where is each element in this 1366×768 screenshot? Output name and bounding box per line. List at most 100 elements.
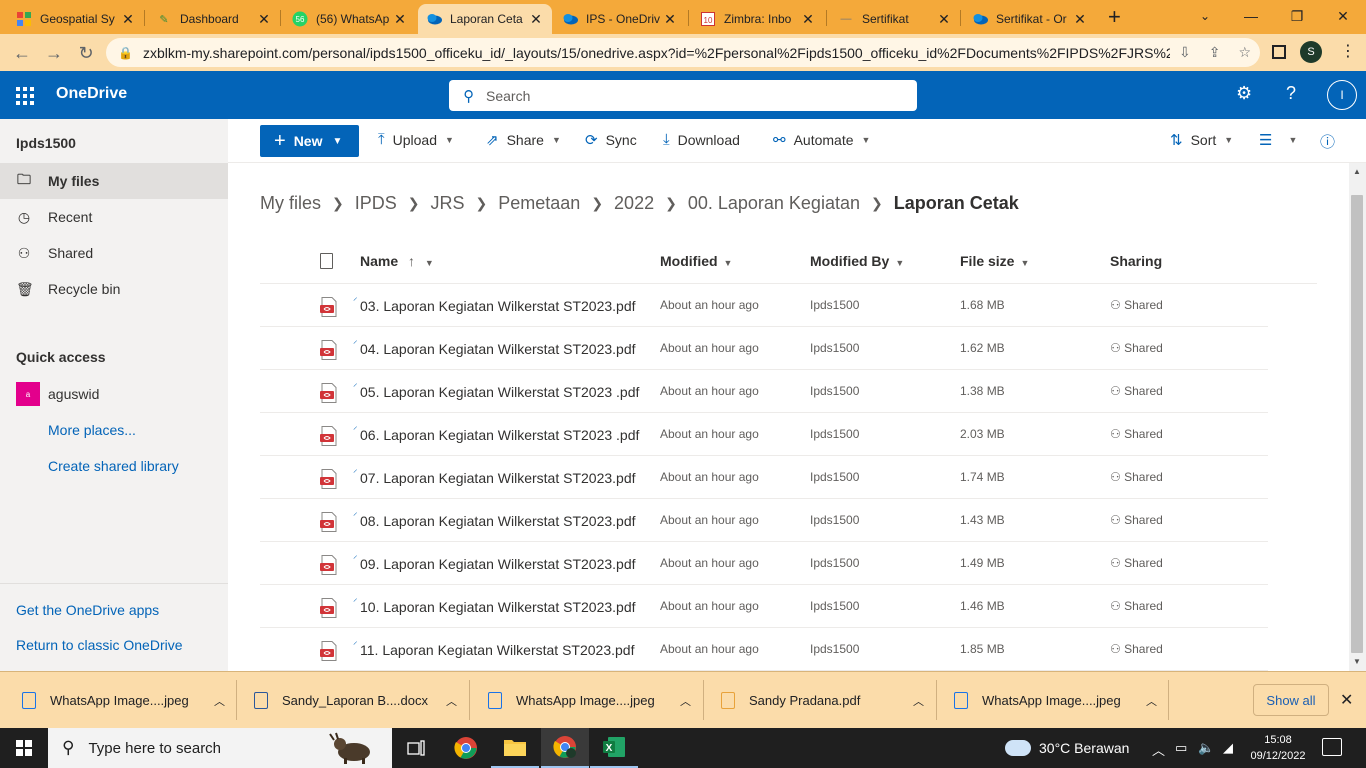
file-name-link[interactable]: 07. Laporan Kegiatan Wilkerstat ST2023.p…: [360, 470, 636, 486]
user-avatar[interactable]: I: [1327, 80, 1357, 110]
reload-icon[interactable]: ↻: [73, 40, 99, 66]
more-menu-icon[interactable]: ⋮: [1340, 41, 1356, 61]
vertical-scrollbar[interactable]: ▲ ▼: [1349, 163, 1366, 671]
breadcrumb-item[interactable]: IPDS: [355, 193, 397, 214]
tray-overflow-chevron-icon[interactable]: ︿: [1152, 740, 1165, 759]
file-name-link[interactable]: 09. Laporan Kegiatan Wilkerstat ST2023.p…: [360, 556, 636, 572]
breadcrumb-item[interactable]: 00. Laporan Kegiatan: [688, 193, 860, 214]
battery-icon[interactable]: ▭: [1175, 740, 1187, 756]
file-row[interactable]: ⸝ 04. Laporan Kegiatan Wilkerstat ST2023.…: [260, 327, 1268, 370]
file-type-icon[interactable]: [320, 253, 333, 269]
tab-close-icon[interactable]: ✕: [256, 11, 272, 28]
create-shared-library-link[interactable]: Create shared library: [48, 458, 179, 474]
app-launcher-icon[interactable]: [12, 83, 36, 107]
chevron-up-icon[interactable]: ︿: [680, 693, 691, 709]
address-bar[interactable]: 🔒 zxblkm-my.sharepoint.com/personal/ipds…: [106, 38, 1260, 67]
file-name-link[interactable]: 08. Laporan Kegiatan Wilkerstat ST2023.p…: [360, 513, 636, 529]
upload-button[interactable]: ⤒ Upload ▼: [378, 131, 454, 148]
file-explorer-icon[interactable]: [491, 728, 539, 768]
forward-arrow-icon[interactable]: →: [41, 40, 67, 66]
scroll-up-icon[interactable]: ▲: [1353, 167, 1361, 176]
download-button[interactable]: ⤓ Download: [663, 131, 740, 148]
share-page-icon[interactable]: ⇪: [1209, 44, 1221, 61]
app-name[interactable]: OneDrive: [56, 85, 127, 103]
chevron-up-icon[interactable]: ︿: [913, 693, 924, 709]
sharing-cell[interactable]: ⚇ Shared: [1110, 642, 1163, 656]
file-row[interactable]: ⸝ 03. Laporan Kegiatan Wilkerstat ST2023.…: [260, 284, 1268, 327]
breadcrumb-item[interactable]: JRS: [431, 193, 465, 214]
file-row[interactable]: ⸝ 08. Laporan Kegiatan Wilkerstat ST2023.…: [260, 499, 1268, 542]
excel-taskbar-icon[interactable]: X: [590, 728, 638, 768]
tab-close-icon[interactable]: ✕: [936, 11, 952, 28]
column-header-name[interactable]: Name ↑ ▼: [360, 253, 434, 269]
get-onedrive-apps-link[interactable]: Get the OneDrive apps: [16, 602, 159, 618]
file-row[interactable]: ⸝ 10. Laporan Kegiatan Wilkerstat ST2023.…: [260, 585, 1268, 628]
tab-close-icon[interactable]: ✕: [1072, 11, 1088, 28]
file-name-link[interactable]: 11. Laporan Kegiatan Wilkerstat ST2023.p…: [360, 642, 634, 658]
breadcrumb-item[interactable]: 2022: [614, 193, 654, 214]
scroll-down-icon[interactable]: ▼: [1353, 657, 1361, 666]
breadcrumb-item[interactable]: Pemetaan: [498, 193, 580, 214]
share-button[interactable]: ⇗ Share ▼: [486, 131, 561, 149]
browser-tab-5[interactable]: IPS - OneDriv ✕: [554, 4, 686, 34]
notification-center-icon[interactable]: [1322, 738, 1342, 756]
taskbar-clock[interactable]: 15:08 09/12/2022: [1248, 732, 1308, 764]
weather-widget[interactable]: 30°C Berawan: [1002, 728, 1129, 768]
scrollbar-thumb[interactable]: [1351, 195, 1363, 653]
view-options-button[interactable]: ☰ ▼: [1259, 131, 1297, 149]
download-item[interactable]: Sandy_Laporan B....docx ︿: [254, 672, 457, 729]
browser-tab-6[interactable]: 10 Zimbra: Inbo ✕: [692, 4, 824, 34]
column-header-file-size[interactable]: File size ▼: [960, 253, 1029, 269]
browser-tab-4-active[interactable]: Laporan Ceta ✕: [418, 4, 552, 34]
file-name-link[interactable]: 03. Laporan Kegiatan Wilkerstat ST2023.p…: [360, 298, 636, 314]
column-header-modified-by[interactable]: Modified By ▼: [810, 253, 904, 269]
browser-tab-2[interactable]: ✎ Dashboard ✕: [148, 4, 280, 34]
download-item[interactable]: WhatsApp Image....jpeg ︿: [488, 672, 691, 729]
chrome-profile-avatar[interactable]: S: [1300, 41, 1322, 63]
file-name-link[interactable]: 10. Laporan Kegiatan Wilkerstat ST2023.p…: [360, 599, 636, 615]
minimize-icon[interactable]: —: [1228, 0, 1274, 32]
browser-tab-7[interactable]: — Sertifikat ✕: [830, 4, 960, 34]
search-input[interactable]: ⚲ Search: [449, 80, 917, 111]
sharing-cell[interactable]: ⚇ Shared: [1110, 599, 1163, 613]
chrome-profile-taskbar-icon[interactable]: [541, 728, 589, 768]
sharing-cell[interactable]: ⚇ Shared: [1110, 470, 1163, 484]
tab-close-icon[interactable]: ✕: [120, 11, 136, 28]
return-classic-link[interactable]: Return to classic OneDrive: [16, 637, 183, 653]
download-item[interactable]: Sandy Pradana.pdf ︿: [721, 672, 924, 729]
chevron-up-icon[interactable]: ︿: [214, 693, 225, 709]
automate-button[interactable]: ⚯ Automate ▼: [773, 131, 870, 149]
show-all-downloads-button[interactable]: Show all: [1253, 684, 1329, 716]
chrome-taskbar-icon[interactable]: [442, 728, 490, 768]
sync-button[interactable]: ⟳ Sync: [585, 131, 637, 149]
browser-tab-1[interactable]: Geospatial Sy ✕: [8, 4, 144, 34]
help-icon[interactable]: ?: [1286, 83, 1296, 104]
sharing-cell[interactable]: ⚇ Shared: [1110, 513, 1163, 527]
sharing-cell[interactable]: ⚇ Shared: [1110, 298, 1163, 312]
tab-search-chevron-icon[interactable]: ⌄: [1182, 0, 1228, 32]
new-button[interactable]: + New ▼: [260, 125, 359, 157]
download-item[interactable]: WhatsApp Image....jpeg ︿: [954, 672, 1157, 729]
side-panel-icon[interactable]: [1272, 45, 1286, 59]
file-name-link[interactable]: 04. Laporan Kegiatan Wilkerstat ST2023.p…: [360, 341, 636, 357]
sharing-cell[interactable]: ⚇ Shared: [1110, 341, 1163, 355]
nav-my-files[interactable]: 🗀 My files: [0, 163, 228, 199]
sharing-cell[interactable]: ⚇ Shared: [1110, 384, 1163, 398]
browser-tab-8[interactable]: Sertifikat - Or ✕: [964, 4, 1096, 34]
restore-icon[interactable]: ❐: [1274, 0, 1320, 32]
close-downloads-icon[interactable]: ✕: [1340, 690, 1353, 710]
new-tab-icon[interactable]: +: [1108, 4, 1121, 30]
tab-close-icon[interactable]: ✕: [392, 11, 408, 28]
sharing-cell[interactable]: ⚇ Shared: [1110, 556, 1163, 570]
tab-close-icon[interactable]: ✕: [528, 11, 544, 28]
start-button[interactable]: [0, 728, 48, 768]
settings-gear-icon[interactable]: ⚙: [1236, 83, 1252, 104]
sharing-cell[interactable]: ⚇ Shared: [1110, 427, 1163, 441]
file-row[interactable]: ⸝ 05. Laporan Kegiatan Wilkerstat ST2023 …: [260, 370, 1268, 413]
nav-recent[interactable]: ◷ Recent: [0, 199, 228, 235]
close-window-icon[interactable]: ✕: [1320, 0, 1366, 32]
browser-tab-3[interactable]: 56 (56) WhatsAp ✕: [284, 4, 416, 34]
file-row[interactable]: ⸝ 11. Laporan Kegiatan Wilkerstat ST2023.…: [260, 628, 1268, 671]
column-header-modified[interactable]: Modified ▼: [660, 253, 732, 269]
more-places-link[interactable]: More places...: [48, 422, 136, 438]
